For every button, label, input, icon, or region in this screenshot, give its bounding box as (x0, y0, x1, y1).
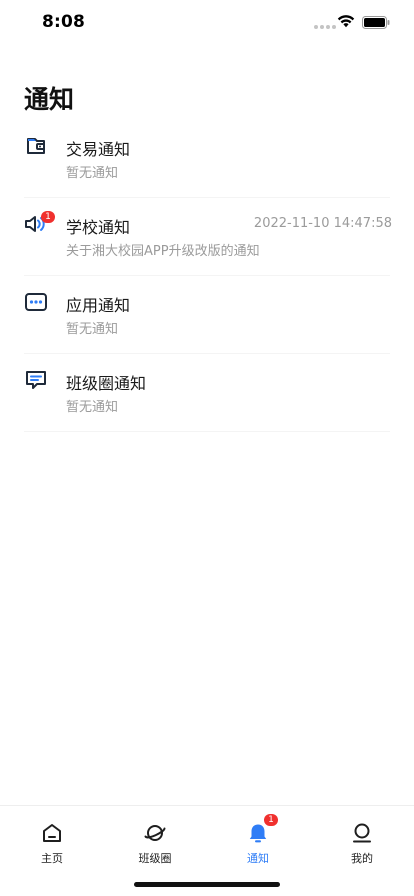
user-icon (353, 823, 371, 843)
tab-label: 班级圈 (138, 852, 172, 865)
status-time: 8:08 (42, 12, 86, 32)
page-title: 通知 (24, 85, 75, 114)
unread-badge: 1 (41, 211, 55, 223)
tab-label: 通知 (247, 852, 269, 865)
notice-item-app[interactable]: 应用通知 暂无通知 (24, 276, 390, 354)
status-bar: 8:08 (0, 0, 414, 44)
planet-icon (144, 825, 166, 841)
notice-subtitle: 暂无通知 (66, 166, 119, 181)
notification-screen: 8:08 通知 交易通知 暂无通知 1 学校通知 2022-11-10 14:4… (0, 0, 414, 896)
notice-item-trade[interactable]: 交易通知 暂无通知 (24, 120, 390, 198)
tab-home[interactable]: 主页 (17, 806, 87, 866)
message-icon (26, 371, 46, 389)
battery-icon (362, 16, 390, 29)
wifi-icon (337, 15, 355, 28)
notice-item-class-circle[interactable]: 班级圈通知 暂无通知 (24, 354, 390, 432)
home-indicator (134, 882, 280, 887)
notice-title: 班级圈通知 (66, 374, 147, 393)
app-dots-icon (25, 293, 47, 311)
tab-label: 我的 (351, 852, 373, 865)
notice-list: 交易通知 暂无通知 1 学校通知 2022-11-10 14:47:58 关于湘… (24, 120, 392, 432)
bell-icon (249, 824, 267, 843)
signal-icon (314, 25, 336, 29)
wallet-icon (27, 138, 45, 154)
tab-bar: 主页 班级圈 1 通知 我的 (0, 805, 414, 875)
notice-title: 学校通知 (66, 218, 131, 237)
tab-label: 主页 (41, 852, 63, 865)
tab-notice[interactable]: 1 通知 (223, 806, 293, 866)
tab-mine[interactable]: 我的 (327, 806, 397, 866)
notice-title: 交易通知 (66, 140, 131, 159)
notice-title: 应用通知 (66, 296, 131, 315)
notice-subtitle: 暂无通知 (66, 322, 119, 337)
notice-item-school[interactable]: 1 学校通知 2022-11-10 14:47:58 关于湘大校园APP升级改版… (24, 198, 392, 276)
notice-subtitle: 关于湘大校园APP升级改版的通知 (66, 244, 260, 259)
unread-badge: 1 (264, 814, 278, 826)
tab-class-circle[interactable]: 班级圈 (120, 806, 190, 866)
home-icon (43, 824, 61, 842)
notice-subtitle: 暂无通知 (66, 400, 119, 415)
notice-time: 2022-11-10 14:47:58 (253, 216, 392, 231)
